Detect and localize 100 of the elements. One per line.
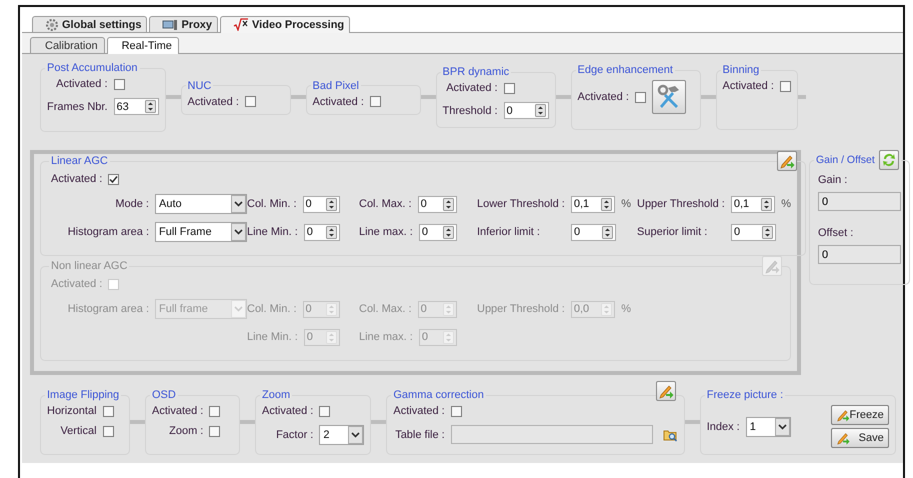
group-title: Non linear AGC xyxy=(50,260,128,272)
checkbox[interactable] xyxy=(780,80,791,92)
field-label: Col. Min. : xyxy=(247,198,297,210)
pencil-arrow-icon xyxy=(836,431,850,445)
checkbox[interactable] xyxy=(504,82,515,94)
spin-arrows-icon[interactable] xyxy=(326,198,337,210)
caret-icon[interactable] xyxy=(774,418,790,436)
field-label: Superior limit : xyxy=(637,226,708,238)
field-label: Upper Threshold : xyxy=(637,198,725,210)
checkbox[interactable] xyxy=(634,92,646,102)
readonly-field: 0 xyxy=(818,192,901,211)
pencil-arrow-icon xyxy=(836,408,850,422)
dropdown[interactable]: 2 xyxy=(319,425,364,445)
group-title: Gain / Offset xyxy=(816,154,875,166)
field-label: Gain : xyxy=(818,174,848,186)
field-label: Upper Threshold : xyxy=(477,303,565,315)
field-label: Horizontal xyxy=(47,405,97,417)
field-label: Activated : xyxy=(56,78,108,90)
group-title: Gamma correction xyxy=(392,389,485,401)
field-label: Activated : xyxy=(262,405,314,417)
action-button[interactable]: Save xyxy=(830,428,889,448)
pencil-arrow-icon xyxy=(779,153,795,169)
caret-icon[interactable] xyxy=(348,426,364,444)
spin-field[interactable]: 0 xyxy=(571,224,616,240)
spin-arrows-icon[interactable] xyxy=(326,226,337,238)
field-label: Line Min. : xyxy=(247,331,298,343)
field-label: Histogram area : xyxy=(68,226,149,238)
unit-label: % xyxy=(621,303,631,315)
checkbox[interactable] xyxy=(209,426,220,436)
dropdown[interactable]: Full Frame xyxy=(155,222,247,242)
caret-icon[interactable] xyxy=(231,195,246,213)
field-label: Activated : xyxy=(446,82,498,94)
apply-button[interactable] xyxy=(656,381,676,401)
field-label: Factor : xyxy=(276,429,314,441)
group-title: Bad Pixel xyxy=(312,80,360,92)
tab[interactable]: Calibration xyxy=(30,37,105,53)
tab[interactable]: Video Processing xyxy=(220,16,350,33)
spin-field[interactable]: 0 xyxy=(731,224,776,240)
spin-arrows-icon[interactable] xyxy=(762,226,773,238)
pencil-arrow-icon xyxy=(764,258,780,274)
group-title: Zoom xyxy=(261,389,292,401)
spin-arrows-icon[interactable] xyxy=(761,198,772,210)
checkbox[interactable] xyxy=(450,406,462,416)
field-label: Histogram area : xyxy=(68,303,149,315)
spin-arrows-icon[interactable] xyxy=(601,198,612,210)
apply-button[interactable] xyxy=(777,151,797,171)
unit-label: % xyxy=(621,198,631,210)
group-title: Freeze picture : xyxy=(706,389,784,401)
spin-field[interactable]: 0,1 xyxy=(570,196,616,212)
field-label: Line max. : xyxy=(359,226,413,238)
refresh-icon xyxy=(880,152,897,168)
spin-field[interactable]: 0 xyxy=(418,196,458,212)
dropdown[interactable]: Auto xyxy=(155,194,247,214)
checkbox[interactable] xyxy=(209,406,220,416)
spin-field[interactable]: 0 xyxy=(304,224,340,240)
field-label: Frames Nbr. xyxy=(47,100,108,112)
checkbox[interactable] xyxy=(108,174,120,184)
spin-arrows-icon[interactable] xyxy=(534,104,546,117)
field-label: Mode : xyxy=(115,198,149,210)
field-label: Inferior limit : xyxy=(477,226,541,238)
checkbox[interactable] xyxy=(319,406,330,416)
square-root-icon xyxy=(233,18,250,31)
group-title: Edge enhancement xyxy=(576,64,674,76)
tools-button[interactable] xyxy=(652,80,686,114)
field-label: Line Min. : xyxy=(247,226,298,238)
tab[interactable]: Real-Time xyxy=(106,37,179,54)
checkbox[interactable] xyxy=(102,426,114,436)
refresh-button[interactable] xyxy=(878,150,899,170)
spin-field[interactable]: 0 xyxy=(302,196,340,212)
field-label: Col. Max. : xyxy=(359,303,412,315)
field-label: Activated : xyxy=(578,91,629,103)
checkbox[interactable] xyxy=(244,96,256,107)
spin-arrows-icon[interactable] xyxy=(443,226,454,238)
tab[interactable]: Global settings xyxy=(32,16,148,32)
checkbox[interactable] xyxy=(114,78,125,90)
field-label: Activated : xyxy=(51,173,102,185)
field-label: Activated : xyxy=(152,405,204,417)
group-title: Binning xyxy=(722,64,760,76)
spin-arrows-icon[interactable] xyxy=(443,198,454,210)
spin-field[interactable]: 0,1 xyxy=(730,196,776,212)
folder-search-icon[interactable] xyxy=(662,428,678,442)
spin-field[interactable]: 0 xyxy=(504,102,549,119)
field-label: Threshold : xyxy=(442,104,498,116)
action-button[interactable]: Freeze xyxy=(830,405,889,425)
field-label: Table file : xyxy=(395,428,445,440)
tab[interactable]: Proxy xyxy=(149,16,218,32)
spin-arrows-icon[interactable] xyxy=(602,226,613,238)
checkbox[interactable] xyxy=(370,96,381,107)
spin-field[interactable]: 0 xyxy=(418,224,458,240)
field-label: Vertical xyxy=(60,425,97,437)
dropdown[interactable]: 1 xyxy=(746,416,791,436)
field-label: Col. Min. : xyxy=(247,303,297,315)
group-title: Image Flipping xyxy=(46,389,120,401)
spin-arrows-icon[interactable] xyxy=(144,100,156,113)
checkbox[interactable] xyxy=(102,406,114,416)
caret-icon[interactable] xyxy=(231,223,246,241)
file-path-field[interactable] xyxy=(450,425,653,444)
spin-field[interactable]: 63 xyxy=(114,98,159,115)
group-title: BPR dynamic xyxy=(442,66,510,78)
field-label: Offset : xyxy=(818,227,854,239)
